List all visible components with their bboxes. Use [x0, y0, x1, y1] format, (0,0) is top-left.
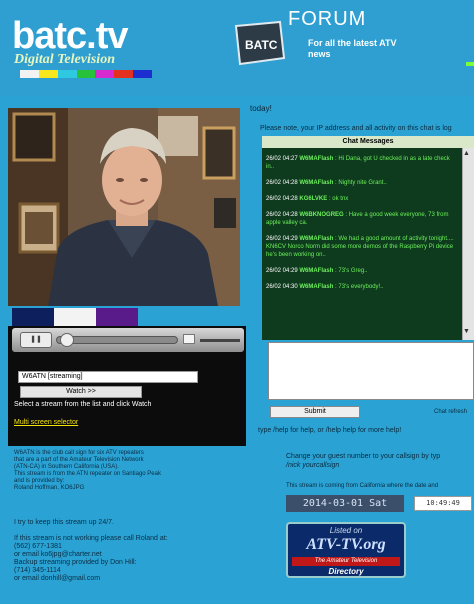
message-sender: W6MAFlash	[299, 156, 334, 162]
banner-listed-text: Listed on	[329, 526, 363, 535]
info-line: W6ATN is the club call sign for six ATV …	[14, 450, 144, 456]
info-line: (ATN-CA) in Southern California (USA).	[14, 464, 119, 470]
message-timestamp: 26/02 04:28	[266, 180, 298, 186]
multi-screen-link[interactable]: Multi screen selector	[14, 419, 78, 426]
play-pause-button[interactable]: ❚❚	[20, 332, 52, 348]
nick-command: /nick yourcallsign	[286, 462, 340, 469]
fullscreen-icon[interactable]	[183, 334, 195, 344]
batc-logo[interactable]: batc.tv	[12, 16, 128, 56]
submit-button[interactable]: Submit	[270, 406, 360, 418]
atv-directory-banner[interactable]: Listed on ATV-TV.org The Amateur Televis…	[286, 522, 406, 578]
info-line: This stream is from the ATN repeater on …	[14, 471, 161, 477]
scroll-up-icon[interactable]: ▲	[463, 150, 470, 157]
chat-message: 26/02 04:27 W6MAFlash : Hi Dana, got U c…	[266, 155, 458, 171]
message-timestamp: 26/02 04:29	[266, 236, 298, 242]
seek-bar[interactable]	[56, 336, 178, 344]
stream-location-note: This stream is coming from California wh…	[286, 483, 439, 489]
seek-handle[interactable]	[60, 333, 74, 347]
header-green-marker	[466, 62, 474, 66]
chat-message: 26/02 04:29 W6MAFlash : We had a good am…	[266, 235, 458, 259]
message-text: : 73's Greg..	[333, 268, 368, 274]
info-line: Roland Hoffman, KO6JPG	[14, 485, 85, 491]
chat-message: 26/02 04:28 KG6LVKE : ok tnx	[266, 195, 458, 203]
watch-hint-text: Select a stream from the list and click …	[14, 401, 152, 408]
logo-colorbar	[20, 70, 153, 78]
forum-badge-label: BATC	[245, 38, 278, 52]
chat-message: 26/02 04:30 W6MAFlash : 73's everybody!.…	[266, 283, 458, 291]
stream-select[interactable]: W6ATN [streaming]	[18, 371, 198, 383]
message-text: : Nighty nite Grant..	[333, 180, 387, 186]
message-sender: KG6LVKE	[299, 196, 328, 202]
contact-line: If this stream is not working please cal…	[14, 535, 168, 542]
color-swatch	[96, 308, 138, 326]
colorbar-segment	[114, 70, 134, 78]
chat-messages-header: Chat Messages	[262, 136, 474, 148]
banner-red-strip: The Amateur Television	[292, 557, 400, 566]
ip-log-notice: Please note, your IP address and all act…	[260, 125, 452, 132]
stream-info: W6ATN is the club call sign for six ATV …	[14, 450, 242, 492]
chat-refresh-label[interactable]: Chat refresh	[434, 409, 467, 415]
contact-line: Backup streaming provided by Don Hill:	[14, 559, 137, 566]
info-line: and is provided by:	[14, 478, 65, 484]
colorbar-segment	[95, 70, 115, 78]
banner-site-name: ATV-TV.org	[306, 536, 386, 553]
volume-slider[interactable]	[200, 339, 240, 342]
time-display: 10:49:49	[414, 496, 472, 511]
info-line: that are a part of the Amateur Televisio…	[14, 457, 144, 463]
video-frame[interactable]	[8, 108, 240, 306]
banner-directory-text: Directory	[328, 567, 364, 576]
chat-message: 26/02 04:28 W6BKNOGREG : Have a good wee…	[266, 211, 458, 227]
contact-line: (714) 345-1114	[14, 567, 61, 574]
chat-message-list[interactable]: 26/02 04:27 W6MAFlash : Hi Dana, got U c…	[262, 148, 462, 340]
contact-line[interactable]: or email donhill@gmail.com	[14, 575, 242, 583]
logo-subtitle: Digital Television	[14, 52, 115, 67]
message-timestamp: 26/02 04:29	[266, 268, 298, 274]
callsign-line: Change your guest number to your callsig…	[286, 453, 441, 460]
forum-tagline: For all the latest ATV news	[308, 38, 397, 59]
chat-scrollbar[interactable]	[462, 148, 474, 340]
colorbar-segment	[57, 70, 77, 78]
message-sender: W6MAFlash	[299, 236, 334, 242]
message-timestamp: 26/02 04:28	[266, 212, 298, 218]
test-color-swatches	[12, 308, 240, 326]
chat-message: 26/02 04:28 W6MAFlash : Nighty nite Gran…	[266, 179, 458, 187]
forum-badge-icon[interactable]: BATC	[228, 18, 288, 68]
keep-up-line: I try to keep this stream up 24/7.	[14, 519, 114, 526]
watch-button[interactable]: Watch >>	[20, 386, 142, 398]
color-swatch	[12, 308, 54, 326]
message-timestamp: 26/02 04:27	[266, 156, 298, 162]
message-sender: W6BKNOGREG	[299, 212, 344, 218]
message-text: : ok tnx	[327, 196, 349, 202]
colorbar-segment	[20, 70, 39, 78]
callsign-instructions: Change your guest number to your callsig…	[286, 452, 474, 470]
chat-input[interactable]	[268, 342, 474, 400]
today-text: today!	[250, 104, 272, 113]
message-sender: W6MAFlash	[299, 284, 334, 290]
contact-line[interactable]: or email ko6jpg@charter.net	[14, 551, 242, 559]
colorbar-segment	[38, 70, 58, 78]
date-display: 2014-03-01 Sat	[286, 495, 404, 512]
colorbar-segment	[133, 70, 153, 78]
contact-info: I try to keep this stream up 24/7. If th…	[14, 519, 242, 583]
forum-title[interactable]: FORUM	[288, 8, 366, 31]
chat-message: 26/02 04:29 W6MAFlash : 73's Greg..	[266, 267, 458, 275]
scroll-down-icon[interactable]: ▼	[463, 328, 470, 335]
message-timestamp: 26/02 04:28	[266, 196, 298, 202]
message-text: : 73's everybody!..	[333, 284, 384, 290]
color-swatch	[54, 308, 96, 326]
message-sender: W6MAFlash	[299, 268, 334, 274]
contact-line: (562) 677-1381	[14, 543, 62, 550]
message-timestamp: 26/02 04:30	[266, 284, 298, 290]
message-sender: W6MAFlash	[299, 180, 334, 186]
chat-help-text: type /help for help, or /help help for m…	[258, 427, 402, 434]
colorbar-segment	[76, 70, 96, 78]
